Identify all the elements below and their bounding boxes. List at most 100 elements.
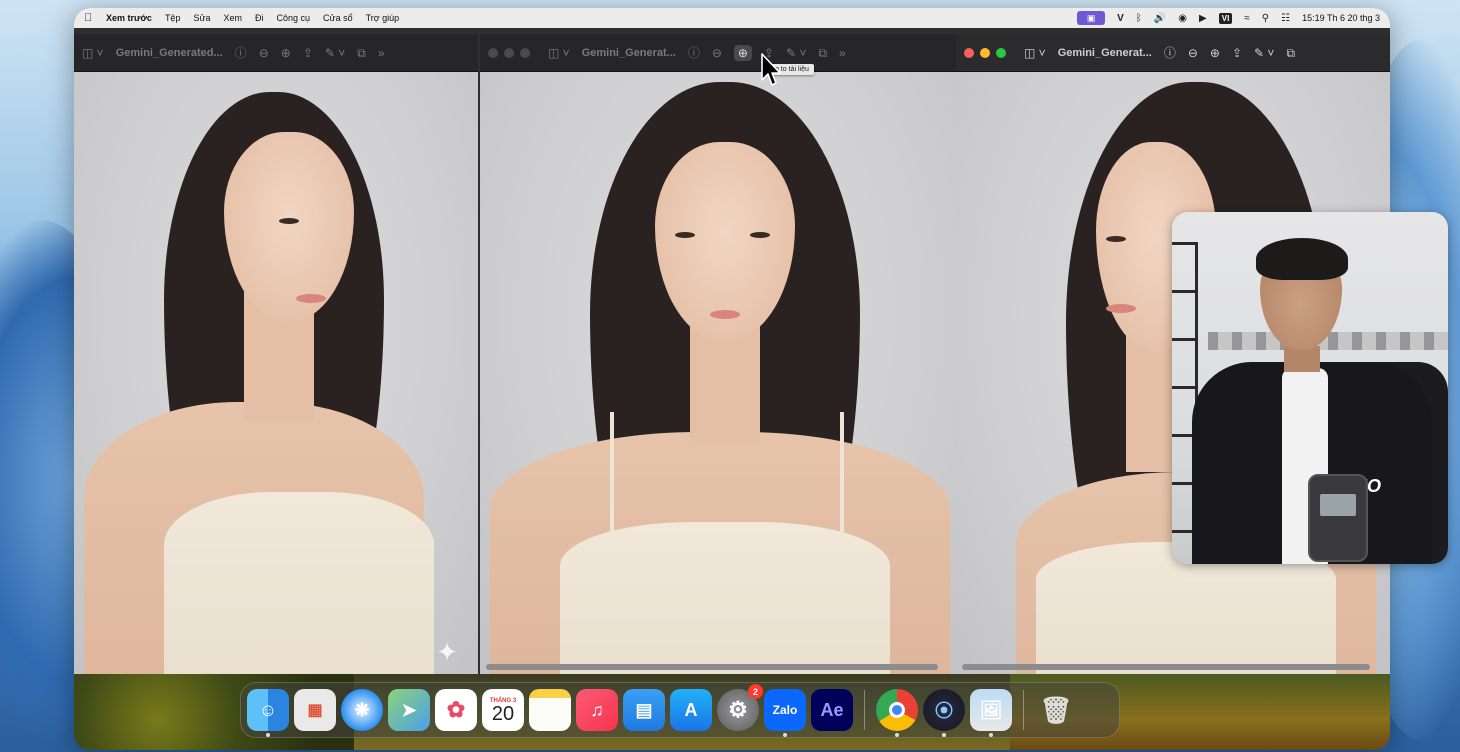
close-button[interactable] xyxy=(964,47,974,58)
image-canvas[interactable]: ✦ xyxy=(74,72,478,682)
eye xyxy=(675,232,695,238)
v-icon[interactable]: V xyxy=(1117,13,1124,24)
sparkle-icon: ✦ xyxy=(436,637,458,667)
zoom-out-icon[interactable]: ⊖ xyxy=(1188,47,1198,59)
after-effects-icon[interactable]: Ae xyxy=(811,689,853,731)
volume-icon[interactable]: 🔊 xyxy=(1154,13,1166,24)
window-title: Gemini_Generat... xyxy=(581,46,676,59)
sidebar-toggle-icon[interactable]: ◫ ˅ xyxy=(1024,47,1046,59)
safari-icon[interactable]: ❋ xyxy=(341,689,383,731)
share-icon[interactable]: ⇪ xyxy=(1232,47,1242,59)
bluetooth-icon[interactable]: ᛒ xyxy=(1136,13,1142,24)
menu-go[interactable]: Đi xyxy=(255,13,264,23)
rotate-icon[interactable]: ⧉ xyxy=(1286,47,1295,59)
menu-help[interactable]: Trợ giúp xyxy=(366,13,400,23)
preview-window-2[interactable]: ◫ ˅ Gemini_Generat... ⓘ ⊖ ⊕ ⇪ ✎ ˅ ⧉ » xyxy=(480,34,958,674)
menu-window[interactable]: Cửa sổ xyxy=(323,13,353,23)
rotate-icon[interactable]: ⧉ xyxy=(818,47,827,59)
zalo-icon[interactable]: Zalo xyxy=(764,689,806,737)
audio-recorder xyxy=(1308,474,1368,562)
menu-bar:  Xem trước Tệp Sửa Xem Đi Công cụ Cửa s… xyxy=(74,8,1390,28)
strap xyxy=(840,412,844,532)
eye xyxy=(279,218,299,224)
dock-separator xyxy=(1023,690,1024,730)
menu-tools[interactable]: Công cụ xyxy=(277,13,311,23)
close-button[interactable] xyxy=(488,47,498,58)
zoom-in-icon[interactable]: ⊕ xyxy=(733,44,752,61)
tank-top xyxy=(164,492,434,682)
running-indicator xyxy=(266,733,270,737)
finder-icon[interactable]: ☺ xyxy=(247,689,289,737)
horizontal-scrollbar[interactable] xyxy=(486,664,938,670)
window-title: Gemini_Generat... xyxy=(1057,46,1152,59)
markup-icon[interactable]: ✎ ˅ xyxy=(786,47,806,59)
screen-recorder-icon[interactable]: ⦿ xyxy=(923,689,965,737)
dock: ☺ ▦ ❋ ➤ ✿ THÁNG 3 20 ♫ ▤ A ⚙ 2 Zalo Ae ⦿ … xyxy=(240,682,1120,738)
sidebar-toggle-icon[interactable]: ◫ ˅ xyxy=(82,47,104,59)
tank-top xyxy=(560,522,890,674)
wifi-icon[interactable]: ≈ xyxy=(1244,13,1250,24)
share-icon[interactable]: ⇪ xyxy=(303,47,313,59)
fullscreen-button[interactable] xyxy=(996,47,1006,58)
screen-record-icon[interactable]: ▣ xyxy=(1077,11,1106,25)
running-indicator xyxy=(895,733,899,737)
menu-view[interactable]: Xem xyxy=(224,13,243,23)
app-store-icon[interactable]: A xyxy=(670,689,712,731)
zoom-out-icon[interactable]: ⊖ xyxy=(259,47,269,59)
markup-icon[interactable]: ✎ ˅ xyxy=(1254,47,1274,59)
zalo-label: Zalo xyxy=(772,703,798,717)
control-center-icon[interactable]: ☷ xyxy=(1281,13,1290,24)
minimize-button[interactable] xyxy=(504,47,514,58)
more-icon[interactable]: » xyxy=(839,47,846,59)
menu-file[interactable]: Tệp xyxy=(165,13,181,23)
keynote-icon[interactable]: ▤ xyxy=(623,689,665,731)
eye xyxy=(1106,236,1126,242)
notes-icon[interactable] xyxy=(529,689,571,731)
minimize-button[interactable] xyxy=(980,47,990,58)
spotlight-icon[interactable]: ⚲ xyxy=(1262,13,1269,24)
zoom-in-icon[interactable]: ⊕ xyxy=(1210,47,1220,59)
dock-separator xyxy=(864,690,865,730)
menu-edit[interactable]: Sửa xyxy=(193,13,210,23)
chrome-center xyxy=(889,702,905,718)
eye xyxy=(750,232,770,238)
info-icon[interactable]: ⓘ xyxy=(688,47,700,59)
window-toolbar: ◫ ˅ Gemini_Generat... ⓘ ⊖ ⊕ ⇪ ✎ ˅ ⧉ » xyxy=(480,34,958,72)
horizontal-scrollbar[interactable] xyxy=(962,664,1370,670)
image-canvas[interactable] xyxy=(480,72,958,674)
calendar-icon[interactable]: THÁNG 3 20 xyxy=(482,689,524,731)
notification-badge: 2 xyxy=(748,684,763,699)
launchpad-icon[interactable]: ▦ xyxy=(294,689,336,731)
trash-icon[interactable]: 🗑 xyxy=(1035,689,1077,731)
vpn-icon[interactable]: ◉ xyxy=(1178,13,1187,24)
chrome-icon[interactable] xyxy=(876,689,918,737)
running-indicator xyxy=(783,733,787,737)
info-icon[interactable]: ⓘ xyxy=(235,47,247,59)
rotate-icon[interactable]: ⧉ xyxy=(357,47,366,59)
maps-icon[interactable]: ➤ xyxy=(388,689,430,731)
play-icon[interactable]: ▶ xyxy=(1199,13,1207,24)
preview-icon[interactable]: 🖼 xyxy=(970,689,1012,737)
input-source-badge[interactable]: VI xyxy=(1218,12,1233,24)
music-icon[interactable]: ♫ xyxy=(576,689,618,731)
running-indicator xyxy=(942,733,946,737)
system-settings-icon[interactable]: ⚙ 2 xyxy=(717,684,763,731)
markup-icon[interactable]: ✎ ˅ xyxy=(325,47,345,59)
more-icon[interactable]: » xyxy=(378,47,385,59)
menu-app-name[interactable]: Xem trước xyxy=(106,13,152,23)
zoom-out-icon[interactable]: ⊖ xyxy=(712,47,722,59)
webcam-overlay: MO xyxy=(1172,212,1448,564)
zoom-in-icon[interactable]: ⊕ xyxy=(281,47,291,59)
lips xyxy=(710,310,740,319)
fullscreen-button[interactable] xyxy=(520,47,530,58)
strap xyxy=(610,412,614,532)
apple-logo-icon[interactable]:  xyxy=(84,12,106,24)
traffic-lights xyxy=(964,47,1006,58)
info-icon[interactable]: ⓘ xyxy=(1164,47,1176,59)
photos-icon[interactable]: ✿ xyxy=(435,689,477,731)
lips xyxy=(296,294,326,303)
menubar-clock[interactable]: 15:19 Th 6 20 thg 3 xyxy=(1302,13,1380,23)
preview-window-1[interactable]: ◫ ˅ Gemini_Generated... ⓘ ⊖ ⊕ ⇪ ✎ ˅ ⧉ » … xyxy=(74,34,478,682)
sidebar-toggle-icon[interactable]: ◫ ˅ xyxy=(548,47,570,59)
window-toolbar: ◫ ˅ Gemini_Generat... ⓘ ⊖ ⊕ ⇪ ✎ ˅ ⧉ xyxy=(956,34,1390,72)
